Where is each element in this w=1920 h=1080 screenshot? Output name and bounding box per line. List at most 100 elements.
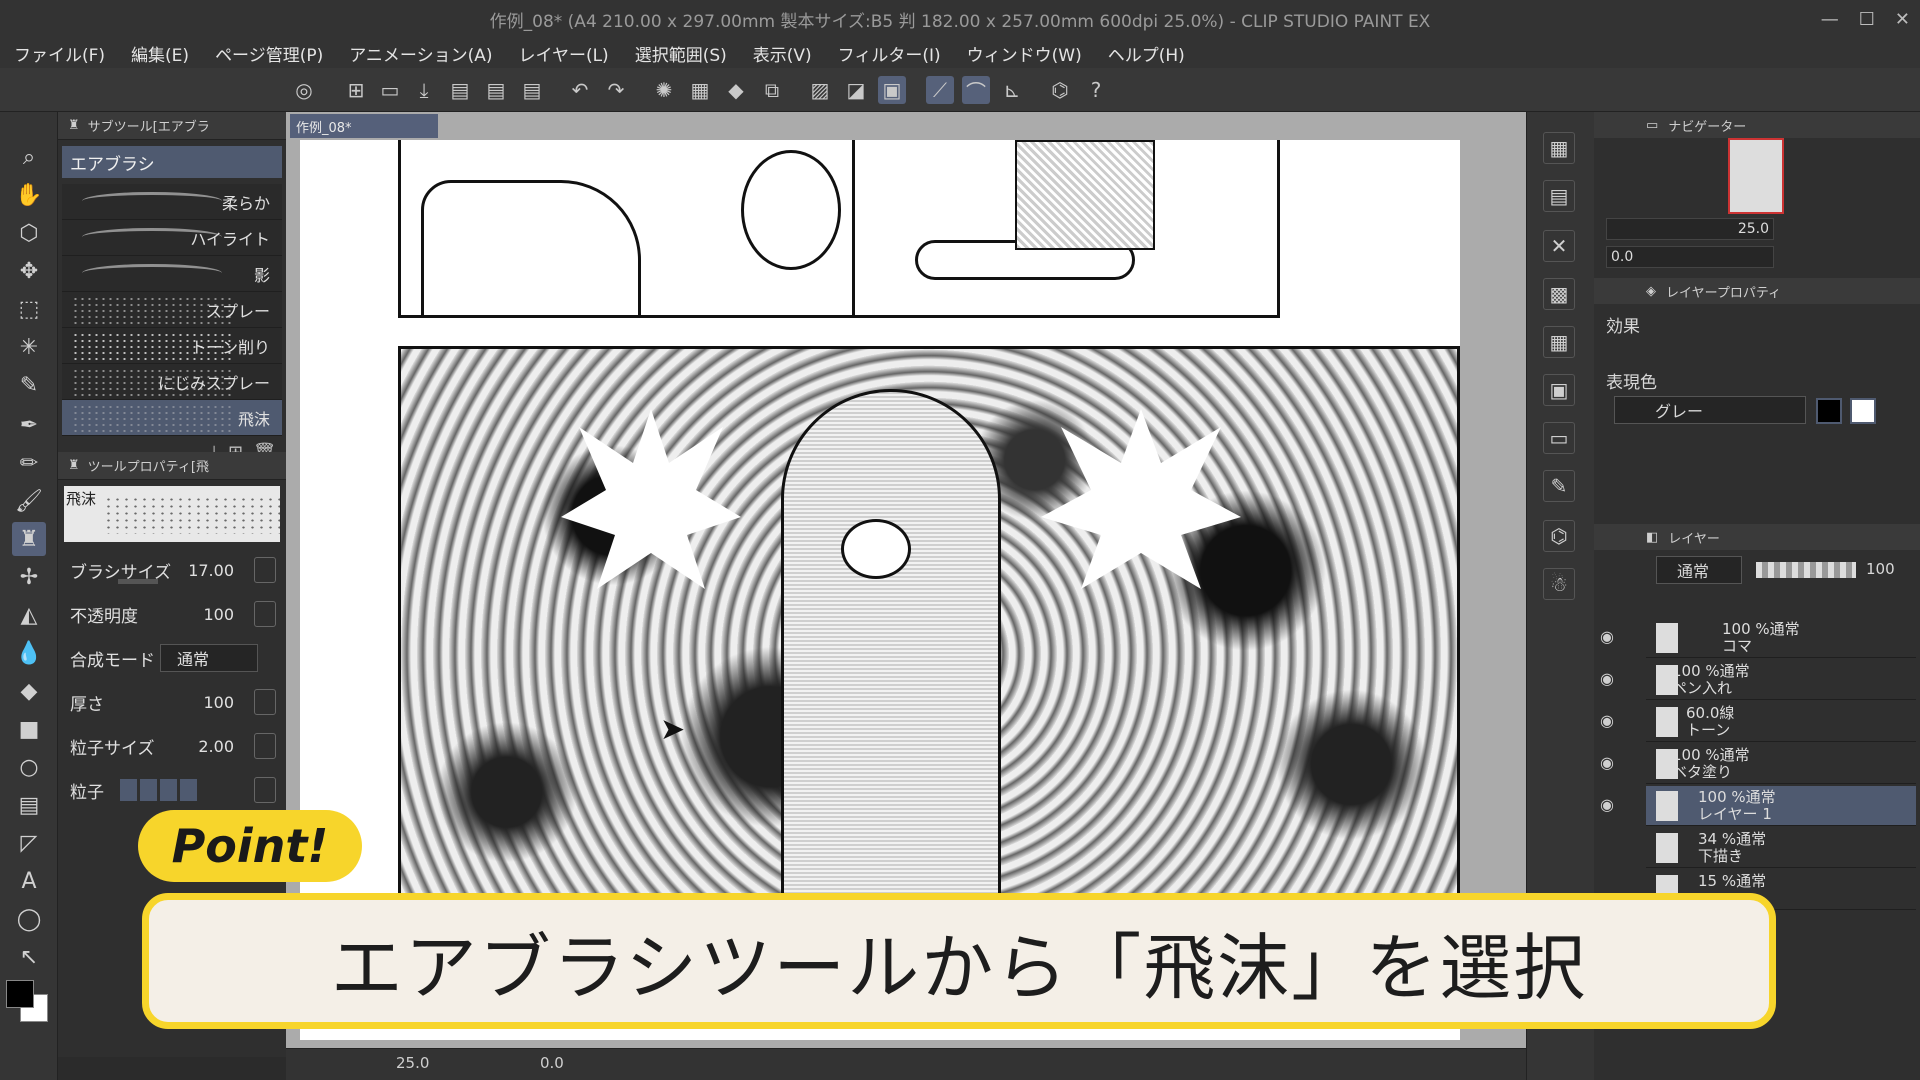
clip-studio-icon[interactable]: ◎ bbox=[290, 76, 318, 104]
layer-row[interactable]: 34 %通常 下描き bbox=[1646, 828, 1916, 868]
particle-selector[interactable] bbox=[120, 779, 197, 801]
opacity-row[interactable]: 不透明度 100 bbox=[58, 592, 286, 636]
minimize-button[interactable]: — bbox=[1821, 9, 1839, 30]
fill-icon[interactable]: ◆ bbox=[722, 76, 750, 104]
brush-size-row[interactable]: ブラシサイズ 17.00 bbox=[58, 548, 286, 592]
brush-size-value[interactable]: 17.00 bbox=[188, 561, 234, 580]
navigator-zoom-slider[interactable]: 25.0 bbox=[1606, 218, 1774, 240]
brush-item-spray[interactable]: スプレー bbox=[62, 292, 282, 328]
blend-mode-row[interactable]: 合成モード 通常 bbox=[58, 636, 286, 680]
show-selection-icon[interactable]: ▣ bbox=[878, 76, 906, 104]
close-button[interactable]: ✕ bbox=[1895, 9, 1910, 30]
eyedropper-tool-icon[interactable]: ✎ bbox=[12, 368, 46, 402]
snap-grid-icon[interactable]: ⊾ bbox=[998, 76, 1026, 104]
black-swatch[interactable] bbox=[1816, 398, 1842, 424]
decoration-tool-icon[interactable]: ✢ bbox=[12, 560, 46, 594]
tone-material-icon[interactable]: ▩ bbox=[1543, 278, 1575, 310]
status-angle[interactable]: 0.0 bbox=[540, 1054, 564, 1072]
pen-tool-icon[interactable]: ✒ bbox=[12, 408, 46, 442]
ruler-tool-icon[interactable]: ◸ bbox=[12, 826, 46, 860]
save-icon[interactable]: ⤓ bbox=[410, 76, 438, 104]
layer-opacity-value[interactable]: 100 bbox=[1866, 560, 1895, 578]
eye-icon[interactable]: ◉ bbox=[1600, 628, 1614, 645]
layer-row-selected[interactable]: ◉ 100 %通常 レイヤー 1 bbox=[1600, 786, 1916, 826]
particle-row[interactable]: 粒子 bbox=[58, 768, 286, 812]
fill-tool-icon[interactable]: ◆ bbox=[12, 674, 46, 708]
brush-item-shadow[interactable]: 影 bbox=[62, 256, 282, 292]
particle-size-toggle[interactable] bbox=[254, 733, 276, 759]
busy-icon[interactable]: ✺ bbox=[650, 76, 678, 104]
layer-opacity-slider[interactable] bbox=[1756, 562, 1856, 578]
expression-color-select[interactable]: グレー bbox=[1614, 396, 1806, 424]
brush-item-splash[interactable]: 飛沫 bbox=[62, 400, 282, 436]
3d-icon[interactable]: ⌬ bbox=[1543, 520, 1575, 552]
navigator-rotate-slider[interactable]: 0.0 bbox=[1606, 246, 1774, 268]
deselect-icon[interactable]: ▨ bbox=[806, 76, 834, 104]
menu-window[interactable]: ウィンドウ(W) bbox=[967, 41, 1082, 66]
menu-filter[interactable]: フィルター(I) bbox=[838, 41, 941, 66]
eye-icon[interactable]: ◉ bbox=[1600, 712, 1614, 729]
menu-view[interactable]: 表示(V) bbox=[753, 41, 812, 66]
operation-tool-icon[interactable]: ⬡ bbox=[12, 216, 46, 250]
document-tab[interactable]: 作例_08* bbox=[290, 114, 438, 138]
redo-icon[interactable]: ↷ bbox=[602, 76, 630, 104]
transform-icon[interactable]: ⧉ bbox=[758, 76, 786, 104]
close-panel-icon[interactable]: ✕ bbox=[1543, 230, 1575, 262]
text-tool-icon[interactable]: A bbox=[12, 864, 46, 898]
layer-row[interactable]: ◉ 100 %通常 コマ bbox=[1600, 618, 1916, 658]
folder-icon[interactable]: ▭ bbox=[1543, 422, 1575, 454]
brush-item-blur-spray[interactable]: にじみスプレー bbox=[62, 364, 282, 400]
menu-edit[interactable]: 編集(E) bbox=[131, 41, 189, 66]
color-well[interactable] bbox=[4, 978, 54, 1028]
edit-icon[interactable]: ✎ bbox=[1543, 470, 1575, 502]
menu-animation[interactable]: アニメーション(A) bbox=[349, 41, 492, 66]
export-png-icon[interactable]: ▤ bbox=[482, 76, 510, 104]
eye-icon[interactable]: ◉ bbox=[1600, 670, 1614, 687]
status-zoom[interactable]: 25.0 bbox=[396, 1054, 429, 1072]
manga-panel-2[interactable] bbox=[852, 140, 1280, 318]
move-layer-tool-icon[interactable]: ✥ bbox=[12, 254, 46, 288]
opacity-toggle[interactable] bbox=[254, 601, 276, 627]
eye-icon[interactable]: ◉ bbox=[1600, 754, 1614, 771]
navigator-thumbnail[interactable] bbox=[1728, 138, 1784, 214]
auto-select-tool-icon[interactable]: ✳ bbox=[12, 330, 46, 364]
brush-size-slider[interactable] bbox=[118, 579, 158, 584]
particle-size-row[interactable]: 粒子サイズ 2.00 bbox=[58, 724, 286, 768]
brush-size-toggle[interactable] bbox=[254, 557, 276, 583]
menu-page[interactable]: ページ管理(P) bbox=[215, 41, 323, 66]
help-icon[interactable]: ? bbox=[1082, 76, 1110, 104]
grid-material-icon[interactable]: ▦ bbox=[1543, 326, 1575, 358]
export-jpg-icon[interactable]: ▤ bbox=[446, 76, 474, 104]
brush-item-highlight[interactable]: ハイライト bbox=[62, 220, 282, 256]
invert-selection-icon[interactable]: ◪ bbox=[842, 76, 870, 104]
snap-special-ruler-icon[interactable]: ⌒ bbox=[962, 76, 990, 104]
brush-tool-icon[interactable]: 🖌 bbox=[12, 484, 46, 518]
new-file-icon[interactable]: ⊞ bbox=[342, 76, 370, 104]
opacity-value[interactable]: 100 bbox=[203, 605, 234, 624]
blend-tool-icon[interactable]: 💧 bbox=[12, 636, 46, 670]
palette-icon[interactable]: ▦ bbox=[1543, 132, 1575, 164]
snap-ruler-icon[interactable]: ⟋ bbox=[926, 76, 954, 104]
particle-size-value[interactable]: 2.00 bbox=[198, 737, 234, 756]
zoom-tool-icon[interactable]: ⌕ bbox=[12, 140, 46, 174]
eye-icon[interactable]: ◉ bbox=[1600, 796, 1614, 813]
particle-toggle[interactable] bbox=[254, 777, 276, 803]
layer-row[interactable]: ◉ 100 %通常 ベタ塗り bbox=[1600, 744, 1916, 784]
eraser-tool-icon[interactable]: ◭ bbox=[12, 598, 46, 632]
selection-tool-icon[interactable]: ⬚ bbox=[12, 292, 46, 326]
menu-layer[interactable]: レイヤー(L) bbox=[518, 41, 608, 66]
manga-panel-1[interactable] bbox=[398, 140, 870, 318]
learn-icon[interactable]: ⌬ bbox=[1046, 76, 1074, 104]
foreground-color-swatch[interactable] bbox=[6, 980, 34, 1008]
undo-icon[interactable]: ↶ bbox=[566, 76, 594, 104]
blend-mode-select[interactable]: 通常 bbox=[160, 644, 258, 672]
manga-panel-3[interactable] bbox=[398, 346, 1460, 906]
pencil-tool-icon[interactable]: ✏ bbox=[12, 446, 46, 480]
maximize-button[interactable]: ☐ bbox=[1859, 9, 1875, 30]
layer-row[interactable]: ◉ 60.0線 トーン bbox=[1600, 702, 1916, 742]
white-swatch[interactable] bbox=[1850, 398, 1876, 424]
menu-help[interactable]: ヘルプ(H) bbox=[1108, 41, 1185, 66]
hand-tool-icon[interactable]: ✋ bbox=[12, 178, 46, 212]
gradient-tool-icon[interactable]: ■ bbox=[12, 712, 46, 746]
menu-file[interactable]: ファイル(F) bbox=[14, 41, 105, 66]
